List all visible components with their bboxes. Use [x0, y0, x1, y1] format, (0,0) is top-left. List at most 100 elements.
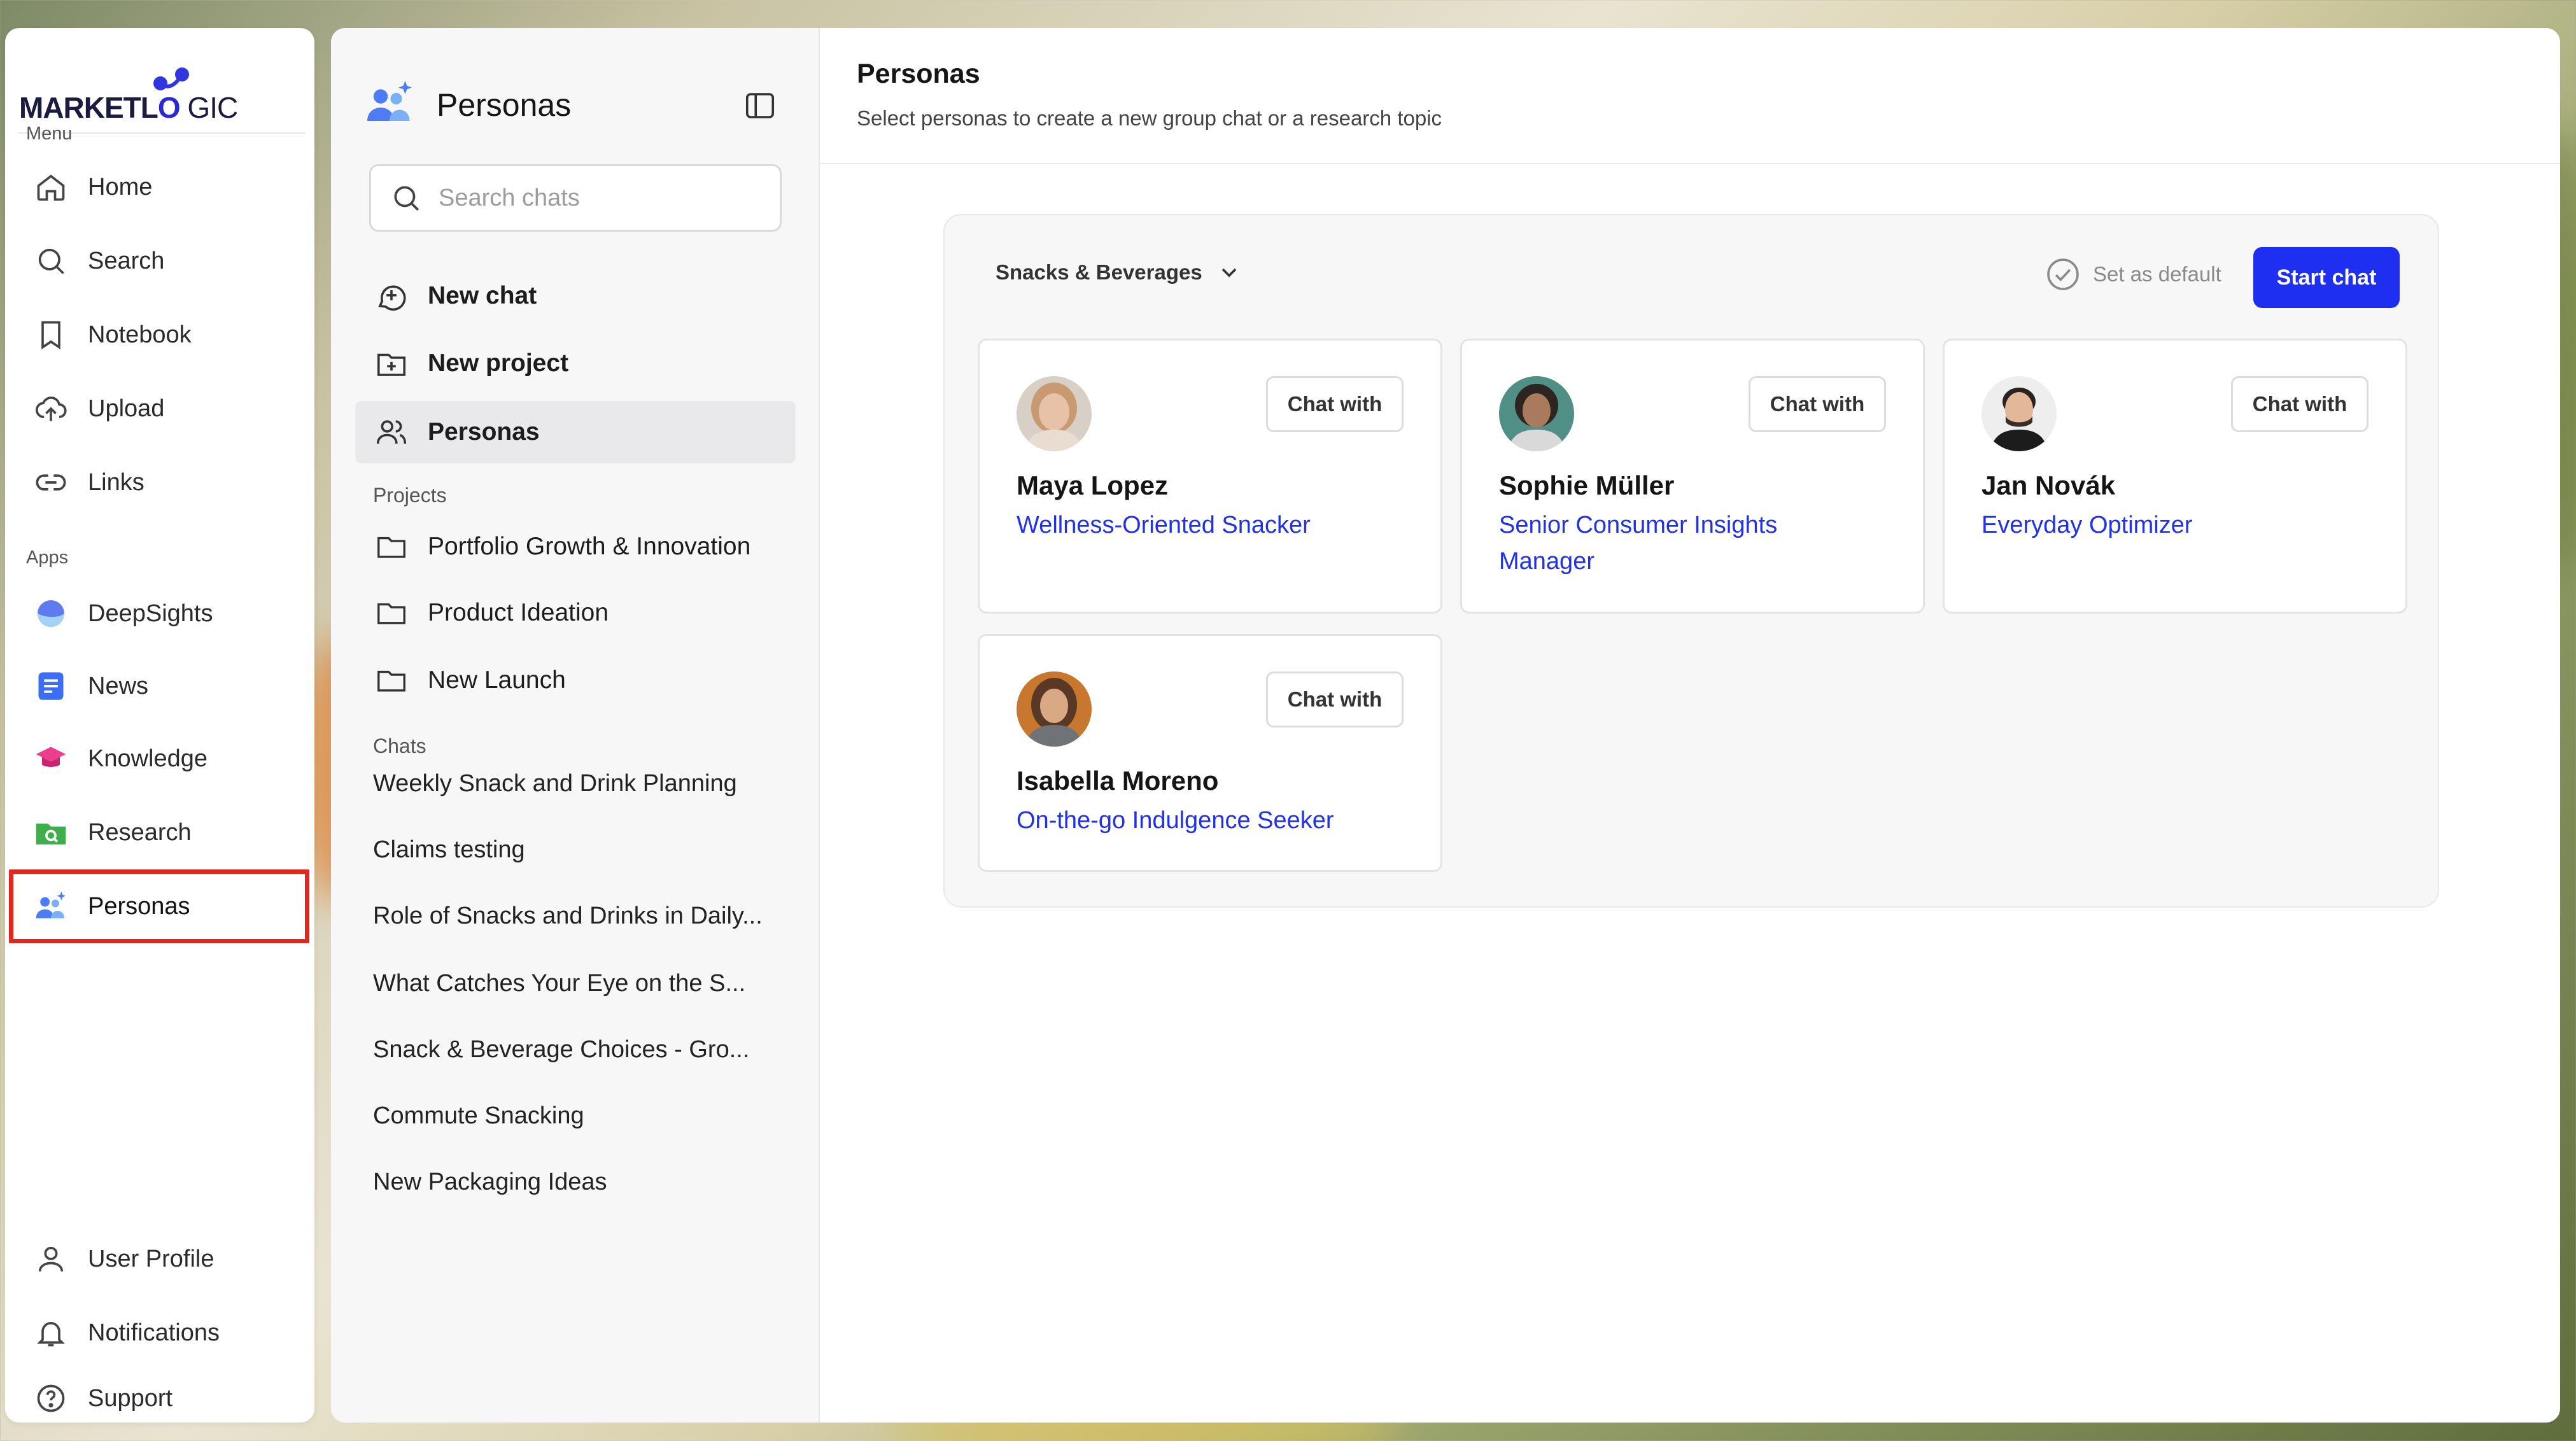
folder-icon	[377, 603, 405, 624]
search-chats-box[interactable]	[369, 164, 782, 232]
chat-with-button[interactable]: Chat with	[1266, 376, 1404, 432]
rail-item-deepsights[interactable]: DeepSights	[14, 582, 308, 645]
folder-icon	[377, 537, 405, 558]
knowledge-icon	[33, 741, 69, 777]
chats-section-label: Chats	[373, 735, 426, 757]
search-icon	[33, 243, 69, 279]
rail-item-label: User Profile	[88, 1245, 215, 1272]
rail-item-label: Home	[88, 173, 153, 200]
project-label: Portfolio Growth & Innovation	[428, 533, 751, 560]
page-subtitle: Select personas to create a new group ch…	[857, 106, 1442, 130]
divider	[820, 163, 2560, 164]
chat-item[interactable]: Snack & Beverage Choices - Gro...	[373, 1036, 780, 1064]
rail-item-news[interactable]: News	[14, 654, 308, 718]
persona-name: Isabella Moreno	[1017, 766, 1219, 796]
avatar	[1981, 376, 2057, 451]
project-item[interactable]: New Launch	[355, 649, 796, 712]
persona-name: Jan Novák	[1981, 470, 2116, 500]
sidebar-toggle-icon	[745, 93, 775, 118]
home-icon	[33, 169, 69, 205]
user-icon	[33, 1241, 69, 1277]
chat-with-button[interactable]: Chat with	[1266, 671, 1404, 728]
panel-header: Personas	[363, 76, 571, 133]
marketlogic-logo[interactable]: MARKETLO GIC	[19, 67, 238, 130]
rail-item-support[interactable]: Support	[14, 1375, 308, 1422]
persona-role[interactable]: Senior Consumer Insights Manager	[1499, 507, 1855, 580]
chevron-down-icon	[1221, 268, 1236, 278]
chat-with-button[interactable]: Chat with	[1749, 376, 1886, 432]
new-project-button[interactable]: New project	[355, 332, 796, 395]
avatar	[1017, 376, 1092, 451]
selection-highlight	[9, 869, 309, 943]
chat-item[interactable]: Weekly Snack and Drink Planning	[373, 770, 780, 798]
persona-card[interactable]: Chat with Isabella Moreno On-the-go Indu…	[978, 634, 1442, 872]
project-item[interactable]: Portfolio Growth & Innovation	[355, 516, 796, 578]
chat-item[interactable]: Commute Snacking	[373, 1102, 780, 1130]
rail-item-label: Notebook	[88, 321, 192, 348]
avatar	[1017, 671, 1092, 747]
persona-role[interactable]: On-the-go Indulgence Seeker	[1017, 803, 1373, 839]
chat-with-button[interactable]: Chat with	[2231, 376, 2368, 432]
persona-name: Sophie Müller	[1499, 470, 1675, 500]
rail-item-notifications[interactable]: Notifications	[14, 1301, 308, 1365]
chats-panel: Personas New chat New project Personas P…	[331, 28, 820, 1423]
rail-item-label: Notifications	[88, 1319, 220, 1346]
new-chat-button[interactable]: New chat	[355, 265, 796, 327]
rail-item-upload[interactable]: Upload	[14, 377, 308, 440]
bookmark-icon	[33, 317, 69, 353]
check-circle-icon	[2047, 258, 2079, 290]
page-title: Personas	[857, 59, 980, 89]
start-chat-button[interactable]: Start chat	[2253, 247, 2400, 308]
help-icon	[33, 1381, 69, 1416]
rail-item-notebook[interactable]: Notebook	[14, 303, 308, 367]
rail-item-label: Knowledge	[88, 745, 208, 772]
projects-section-label: Projects	[373, 484, 447, 507]
persona-card[interactable]: Chat with Jan Novák Everyday Optimizer	[1943, 339, 2407, 614]
page-header: Personas Select personas to create a new…	[857, 59, 1442, 130]
chat-item[interactable]: What Catches Your Eye on the S...	[373, 970, 780, 997]
new-project-icon	[377, 353, 406, 376]
apps-section-label: Apps	[26, 547, 69, 568]
new-chat-icon	[378, 285, 406, 311]
project-item[interactable]: Product Ideation	[355, 582, 796, 644]
persona-name: Maya Lopez	[1017, 470, 1169, 500]
persona-role[interactable]: Everyday Optimizer	[1981, 507, 2338, 544]
upload-icon	[33, 391, 69, 426]
project-label: New Launch	[428, 666, 566, 694]
rail-item-label: News	[88, 672, 149, 699]
rail-item-label: Links	[88, 468, 144, 496]
chat-item[interactable]: Claims testing	[373, 836, 780, 864]
search-chats-input[interactable]	[439, 184, 770, 212]
category-label: Snacks & Beverages	[996, 260, 1202, 284]
personas-nav-item[interactable]: Personas	[355, 401, 796, 463]
personas-container: Snacks & Beverages Set as default Start …	[943, 214, 2439, 908]
collapse-sidebar-button[interactable]	[740, 85, 780, 126]
rail-item-label: Upload	[88, 395, 165, 422]
rail-item-home[interactable]: Home	[14, 155, 308, 219]
category-dropdown[interactable]: Snacks & Beverages	[996, 260, 1242, 285]
persona-role[interactable]: Wellness-Oriented Snacker	[1017, 507, 1373, 544]
chat-item[interactable]: New Packaging Ideas	[373, 1169, 780, 1196]
set-as-default-toggle[interactable]: Set as default	[2045, 256, 2221, 293]
folder-icon	[377, 670, 405, 692]
rail-item-label: Support	[88, 1384, 173, 1412]
persona-card[interactable]: Chat with Maya Lopez Wellness-Oriented S…	[978, 339, 1442, 614]
new-chat-label: New chat	[428, 282, 537, 309]
rail-item-user-profile[interactable]: User Profile	[14, 1227, 308, 1291]
rail-item-research[interactable]: Research	[14, 801, 308, 864]
rail-item-search[interactable]: Search	[14, 229, 308, 293]
rail-item-label: DeepSights	[88, 600, 213, 627]
rail-item-knowledge[interactable]: Knowledge	[14, 727, 308, 791]
set-as-default-label: Set as default	[2093, 262, 2221, 286]
link-icon	[33, 465, 69, 500]
project-label: Product Ideation	[428, 599, 609, 626]
app-rail: MARKETLO GIC Menu Home Search Notebook U…	[5, 28, 314, 1423]
persona-card[interactable]: Chat with Sophie Müller Senior Consumer …	[1460, 339, 1925, 614]
rail-item-label: Research	[88, 819, 192, 846]
chat-item[interactable]: Role of Snacks and Drinks in Daily...	[373, 903, 780, 930]
menu-section-label: Menu	[26, 123, 73, 144]
news-icon	[33, 668, 69, 704]
bell-icon	[33, 1315, 69, 1351]
rail-item-links[interactable]: Links	[14, 451, 308, 514]
main-content: Personas Select personas to create a new…	[820, 28, 2560, 1423]
